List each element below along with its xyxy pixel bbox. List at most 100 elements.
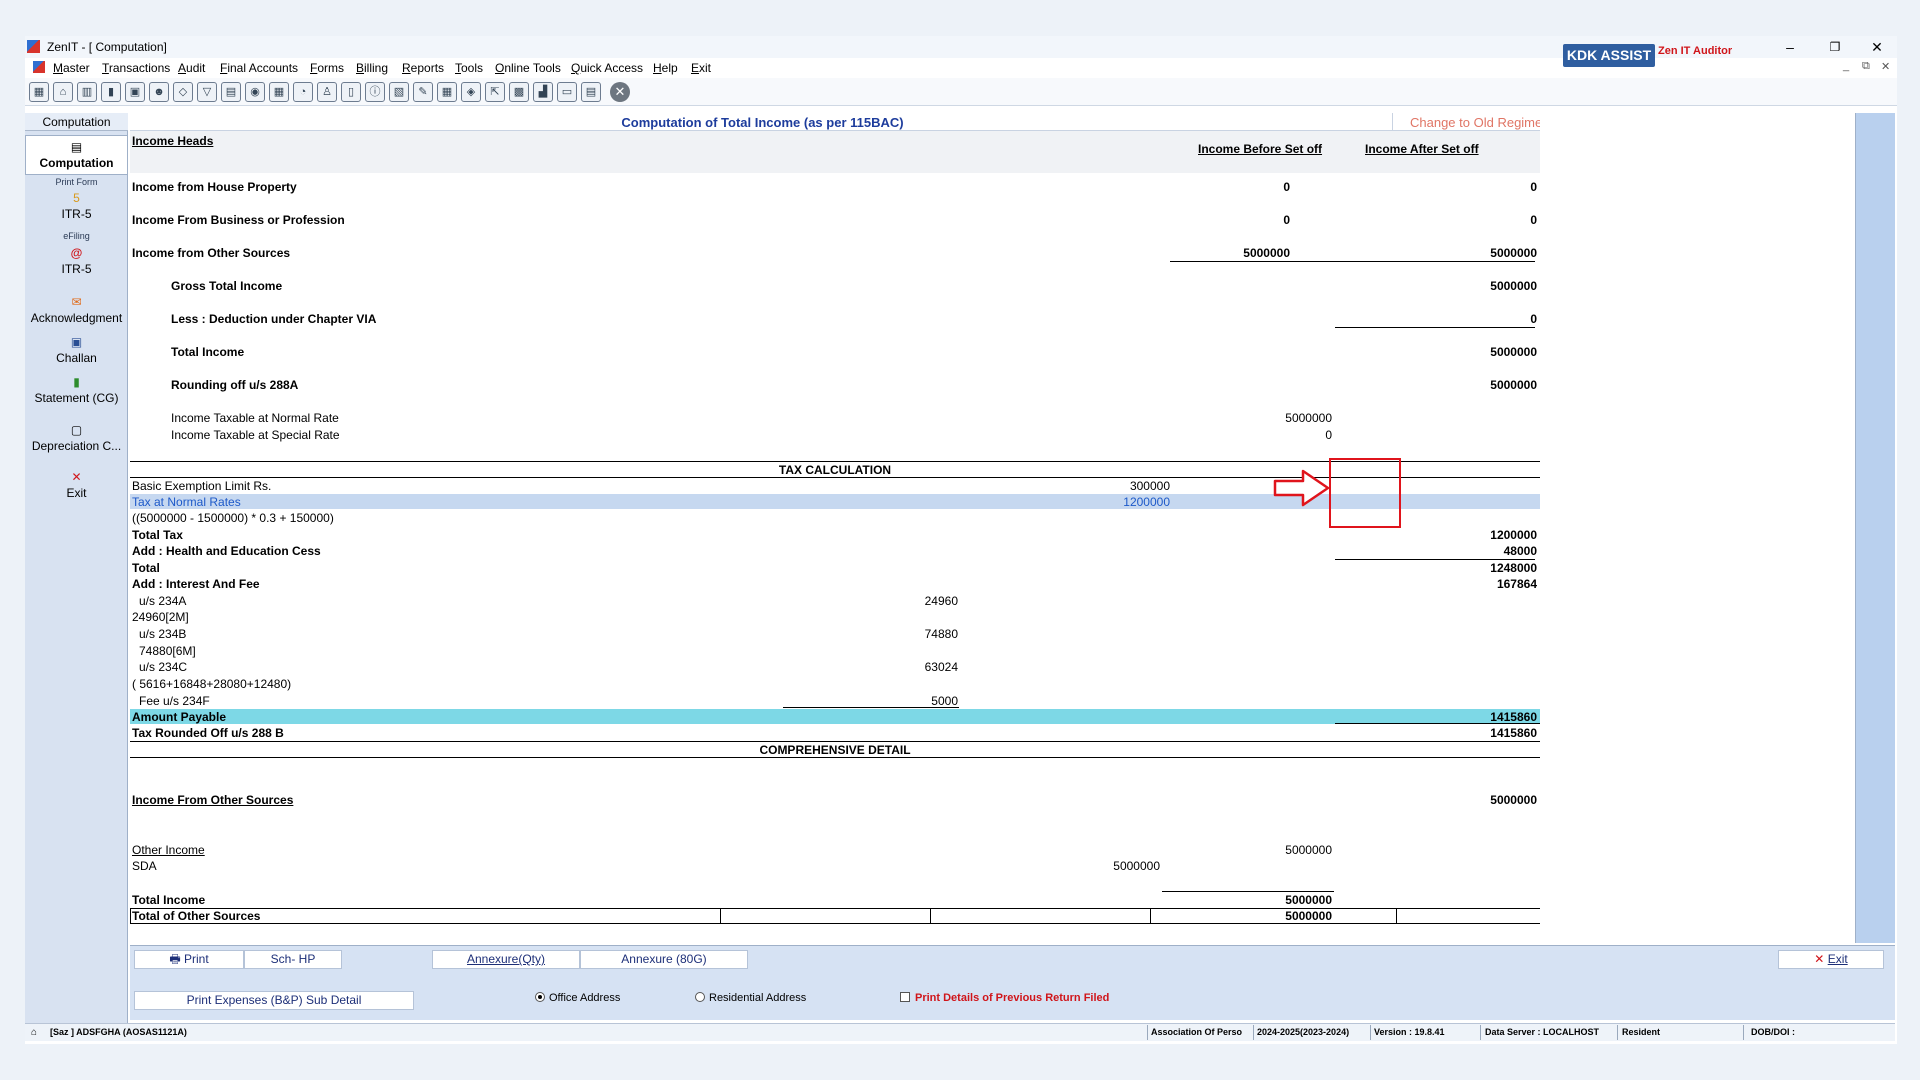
mdi-restore-button[interactable]: ⧉ — [1862, 60, 1870, 73]
menu-tools[interactable]: Tools — [455, 61, 483, 75]
subtotal-line-after — [1335, 261, 1535, 262]
menu-final-accounts[interactable]: Final Accounts — [220, 61, 298, 75]
menu-quick-access[interactable]: Quick Access — [571, 61, 643, 75]
total-row-divider-4 — [1396, 908, 1397, 923]
close-circle-icon[interactable]: ✕ — [610, 82, 630, 102]
annexure-80g-button[interactable]: Annexure (80G) — [580, 950, 748, 969]
calculator-icon[interactable]: ▦ — [29, 82, 49, 102]
basic-exemption-value: 300000 — [1129, 479, 1170, 493]
mdi-minimize-button[interactable]: _ — [1843, 60, 1849, 72]
sch-hp-button[interactable]: Sch- HP — [244, 950, 342, 969]
close-button[interactable]: ✕ — [1857, 36, 1897, 58]
export-icon[interactable]: ⇱ — [485, 82, 505, 102]
tax-user-icon[interactable]: ♙ — [317, 82, 337, 102]
tax-normal-value[interactable]: 1200000 — [1070, 495, 1170, 509]
mdi-close-button[interactable]: ✕ — [1881, 60, 1890, 73]
tag-icon[interactable]: ◇ — [173, 82, 193, 102]
tax-normal-label[interactable]: Tax at Normal Rates — [132, 495, 241, 509]
bar-chart-icon[interactable]: ▮ — [101, 82, 121, 102]
efile-icon: @ — [70, 246, 83, 260]
total-tax-label: Total Tax — [132, 528, 183, 542]
menu-audit[interactable]: Audit — [178, 61, 205, 75]
building-icon[interactable]: ▥ — [77, 82, 97, 102]
s234c-note: ( 5616+16848+28080+12480) — [132, 677, 292, 691]
office-address-radio[interactable]: Office Address — [535, 992, 620, 1004]
sidebar-header: Computation — [25, 113, 128, 131]
filter-icon[interactable]: ▽ — [197, 82, 217, 102]
total-income-label: Total Income — [171, 345, 245, 359]
shield-icon[interactable]: ◈ — [461, 82, 481, 102]
total-other-sources-label: Total of Other Sources — [132, 909, 261, 923]
sidebar-item-itr5-efile[interactable]: @ ITR-5 — [25, 246, 128, 276]
zen-it-auditor-label[interactable]: Zen IT Auditor — [1658, 45, 1732, 57]
right-scroll-panel[interactable] — [1855, 113, 1895, 943]
users-icon[interactable]: ☻ — [149, 82, 169, 102]
info-icon[interactable]: ⓘ — [365, 82, 385, 102]
sidebar-item-acknowledgment[interactable]: ✉ Acknowledgment — [25, 295, 128, 325]
sheet-icon[interactable]: ▤ — [581, 82, 601, 102]
refresh-icon[interactable]: ◉ — [245, 82, 265, 102]
menu-help[interactable]: Help — [653, 61, 678, 75]
restore-button[interactable]: ❐ — [1815, 36, 1855, 58]
menu-exit[interactable]: Exit — [691, 61, 711, 75]
window-title: ZenIT - [ Computation] — [47, 40, 167, 54]
residential-address-radio[interactable]: Residential Address — [695, 992, 806, 1004]
total-tax-value: 1200000 — [1490, 528, 1537, 542]
taxable-special-label: Income Taxable at Special Rate — [171, 428, 340, 442]
document-icon[interactable]: ▯ — [341, 82, 361, 102]
gift-icon[interactable]: ▣ — [125, 82, 145, 102]
comprehensive-heading-line — [130, 757, 1540, 758]
annexure-qty-button[interactable]: Annexure(Qty) — [432, 950, 580, 969]
scd-icon[interactable]: ▭ — [557, 82, 577, 102]
radio-selected-icon — [535, 992, 545, 1002]
sidebar-item-challan[interactable]: ▣ Challan — [25, 335, 128, 365]
sidebar-item-computation[interactable]: ▤ Computation — [25, 135, 128, 175]
bottom-action-bar: 🖶 Print Sch- HP Annexure(Qty) Annexure (… — [130, 945, 1895, 1020]
residential-address-label: Residential Address — [709, 992, 807, 1004]
client-icon: ⌂ — [31, 1027, 38, 1038]
s234c-value: 63024 — [924, 660, 958, 674]
print-prev-return-checkbox[interactable]: Print Details of Previous Return Filed — [900, 992, 1109, 1004]
exit-button[interactable]: ✕ Exit — [1778, 950, 1884, 969]
sidebar-item-label: Exit — [66, 486, 87, 500]
home-icon[interactable]: ⌂ — [53, 82, 73, 102]
office-address-label: Office Address — [549, 992, 621, 1004]
menu-billing[interactable]: Billing — [356, 61, 388, 75]
challan-icon: ▣ — [70, 335, 83, 349]
report-icon[interactable]: ▧ — [389, 82, 409, 102]
sidebar-item-statement-cg[interactable]: ▮ Statement (CG) — [25, 375, 128, 405]
menu-forms[interactable]: Forms — [310, 61, 344, 75]
bs-icon[interactable]: ▩ — [509, 82, 529, 102]
minimize-button[interactable]: – — [1770, 36, 1810, 58]
pie-chart-icon[interactable]: ◔ — [293, 82, 313, 102]
kdk-assist-button[interactable]: KDK ASSIST — [1563, 44, 1655, 67]
taxable-normal-value: 5000000 — [1285, 411, 1332, 425]
change-regime-link[interactable]: Change to Old Regime Tax — [1410, 115, 1540, 130]
menu-reports[interactable]: Reports — [402, 61, 444, 75]
status-sep-6 — [1743, 1025, 1744, 1040]
total-income-after: 5000000 — [1490, 345, 1537, 359]
ci-total-income-label: Total Income — [132, 893, 206, 907]
calendar-icon[interactable]: ▦ — [437, 82, 457, 102]
s234b-value: 74880 — [924, 627, 958, 641]
edit-doc-icon[interactable]: ✎ — [413, 82, 433, 102]
menu-online-tools[interactable]: Online Tools — [495, 61, 561, 75]
status-client: [Saz ] ADSFGHA (AOSAS1121A) — [50, 1027, 187, 1037]
print-button[interactable]: 🖶 Print — [134, 950, 244, 969]
menu-master[interactable]: Master — [53, 61, 90, 75]
ci-total-income-value: 5000000 — [1285, 893, 1332, 907]
income-after-setoff-header: Income After Set off — [1365, 142, 1479, 156]
column-header-band — [130, 131, 1540, 173]
sidebar-item-depreciation[interactable]: ▢ Depreciation C... — [25, 423, 128, 453]
sidebar-item-itr5-print[interactable]: 5 ITR-5 — [25, 191, 128, 221]
form-icon[interactable]: ▤ — [221, 82, 241, 102]
bank-icon[interactable]: ▟ — [533, 82, 553, 102]
cess-label: Add : Health and Education Cess — [132, 544, 321, 558]
ledger-icon[interactable]: ▦ — [269, 82, 289, 102]
menu-transactions[interactable]: Transactions — [102, 61, 170, 75]
toolbar: ▦ ⌂ ▥ ▮ ▣ ☻ ◇ ▽ ▤ ◉ ▦ ◔ ♙ ▯ ⓘ ▧ ✎ ▦ ◈ ⇱ … — [25, 78, 1897, 106]
cess-line — [1335, 559, 1535, 560]
status-assessment-year: 2024-2025(2023-2024) — [1257, 1027, 1350, 1037]
print-expenses-button[interactable]: Print Expenses (B&P) Sub Detail — [134, 991, 414, 1010]
sidebar-item-exit[interactable]: ✕ Exit — [25, 470, 128, 500]
